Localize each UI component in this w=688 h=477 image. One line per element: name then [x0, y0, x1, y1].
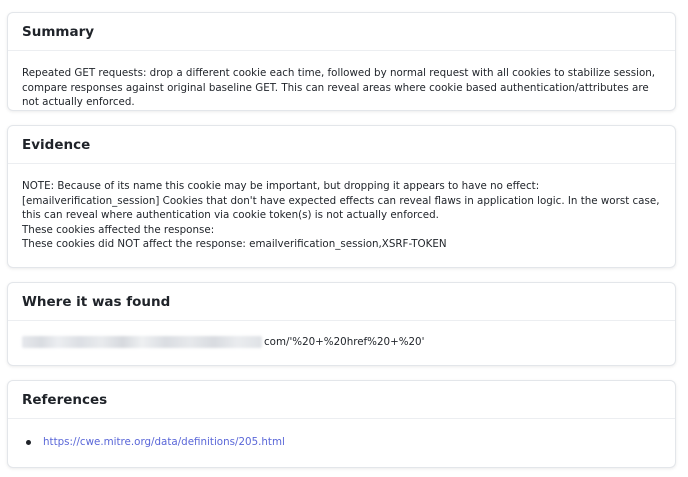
list-item: https://cwe.mitre.org/data/definitions/2…: [26, 435, 661, 450]
references-card: References https://cwe.mitre.org/data/de…: [7, 380, 676, 468]
found-title: Where it was found: [22, 293, 171, 310]
evidence-note: NOTE: Because of its name this cookie ma…: [22, 180, 660, 222]
summary-body: Repeated GET requests: drop a different …: [8, 51, 675, 110]
evidence-title: Evidence: [22, 136, 91, 153]
summary-card: Summary Repeated GET requests: drop a di…: [7, 12, 676, 111]
reference-link[interactable]: https://cwe.mitre.org/data/definitions/2…: [43, 435, 285, 450]
references-body: https://cwe.mitre.org/data/definitions/2…: [8, 419, 675, 450]
evidence-header: Evidence: [8, 126, 675, 164]
references-title: References: [22, 391, 108, 408]
references-list: https://cwe.mitre.org/data/definitions/2…: [26, 435, 661, 450]
found-card: Where it was found com/'%20+%20href%20+%…: [7, 282, 676, 366]
redacted-url-prefix: [22, 336, 262, 349]
summary-header: Summary: [8, 13, 675, 51]
evidence-body: NOTE: Because of its name this cookie ma…: [8, 164, 675, 252]
evidence-not-affected: These cookies did NOT affect the respons…: [22, 238, 447, 251]
summary-text: Repeated GET requests: drop a different …: [22, 67, 656, 109]
found-body: com/'%20+%20href%20+%20': [8, 321, 675, 350]
found-header: Where it was found: [8, 283, 675, 321]
summary-title: Summary: [22, 23, 95, 40]
bullet-icon: [26, 439, 31, 445]
found-url: com/'%20+%20href%20+%20': [264, 336, 425, 348]
evidence-affected: These cookies affected the response:: [22, 223, 215, 236]
evidence-card: Evidence NOTE: Because of its name this …: [7, 125, 676, 268]
references-header: References: [8, 381, 675, 419]
